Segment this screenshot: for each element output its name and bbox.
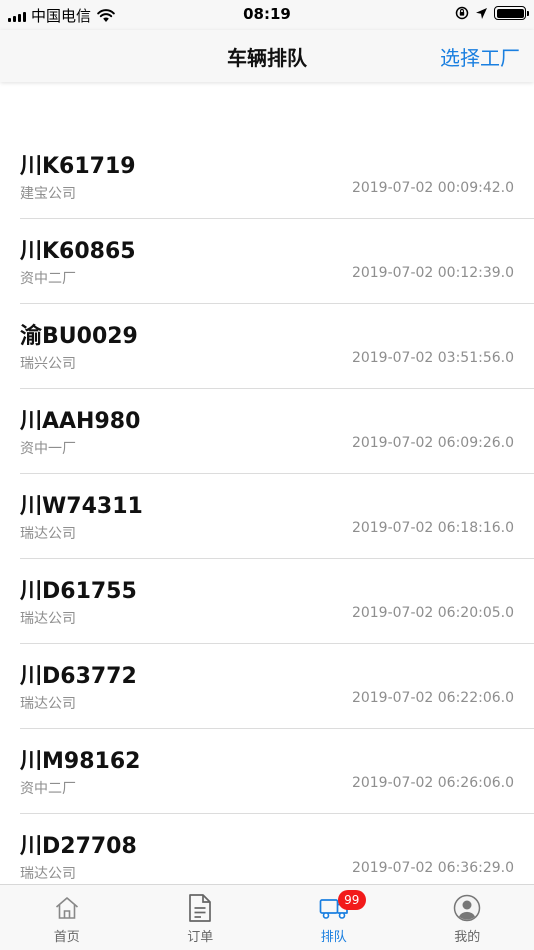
queue-time: 2019-07-02 06:36:29.0	[351, 860, 514, 876]
tab-queue[interactable]: 99 排队	[267, 885, 401, 950]
queue-count-badge: 99	[337, 890, 366, 910]
list-item[interactable]: 川W74311 瑞达公司 2019-07-02 06:18:16.0	[20, 474, 534, 559]
company-name: 建宝公司	[20, 186, 76, 202]
list-item[interactable]: 川K61719 建宝公司 2019-07-02 00:09:42.0	[20, 134, 534, 219]
select-factory-button[interactable]: 选择工厂	[440, 42, 520, 71]
tab-label: 订单	[187, 930, 214, 945]
company-name: 瑞达公司	[20, 696, 76, 712]
profile-icon	[452, 893, 482, 923]
queue-time: 2019-07-02 06:20:05.0	[351, 605, 514, 621]
queue-time: 2019-07-02 00:12:39.0	[351, 265, 514, 281]
company-name: 瑞兴公司	[20, 356, 76, 372]
status-bar: 中国电信 08:19	[0, 0, 534, 30]
queue-time: 2019-07-02 00:09:42.0	[351, 180, 514, 196]
nav-bar: 车辆排队 选择工厂	[0, 30, 534, 82]
queue-time: 2019-07-02 06:26:06.0	[351, 775, 514, 791]
plate-number: 川M98162	[20, 749, 141, 774]
plate-number: 川D63772	[20, 664, 137, 689]
queue-time: 2019-07-02 03:51:56.0	[351, 350, 514, 366]
tab-label: 排队	[320, 930, 347, 945]
status-time: 08:19	[243, 5, 291, 23]
list-item[interactable]: 川M98162 资中二厂 2019-07-02 06:26:06.0	[20, 729, 534, 814]
tab-home[interactable]: 首页	[0, 885, 134, 950]
tab-profile[interactable]: 我的	[401, 885, 534, 950]
company-name: 瑞达公司	[20, 526, 76, 542]
queue-time: 2019-07-02 06:09:26.0	[351, 435, 514, 451]
list-item[interactable]: 川D63772 瑞达公司 2019-07-02 06:22:06.0	[20, 644, 534, 729]
tab-orders[interactable]: 订单	[134, 885, 268, 950]
tab-label: 首页	[53, 930, 80, 945]
status-right	[455, 6, 529, 20]
company-name: 资中二厂	[20, 271, 76, 287]
list-item[interactable]: 川D61755 瑞达公司 2019-07-02 06:20:05.0	[20, 559, 534, 644]
document-icon	[185, 893, 215, 923]
plate-number: 川AAH980	[20, 409, 141, 434]
list-item[interactable]: 川AAH980 资中一厂 2019-07-02 06:09:26.0	[20, 389, 534, 474]
queue-time: 2019-07-02 06:18:16.0	[351, 520, 514, 536]
plate-number: 川D27708	[20, 834, 137, 859]
orientation-lock-icon	[455, 6, 469, 20]
list-item[interactable]: 渝BU0029 瑞兴公司 2019-07-02 03:51:56.0	[20, 304, 534, 389]
plate-number: 渝BU0029	[20, 324, 138, 349]
queue-time: 2019-07-02 06:22:06.0	[351, 690, 514, 706]
company-name: 资中一厂	[20, 441, 76, 457]
tab-bar: 首页 订单 99 排队 我的	[0, 884, 534, 950]
tab-label: 我的	[454, 930, 481, 945]
list-item[interactable]: 川K60865 资中二厂 2019-07-02 00:12:39.0	[20, 219, 534, 304]
plate-number: 川D61755	[20, 579, 137, 604]
company-name: 瑞达公司	[20, 866, 76, 882]
plate-number: 川K61719	[20, 154, 136, 179]
company-name: 瑞达公司	[20, 611, 76, 627]
home-icon	[52, 893, 82, 923]
plate-number: 川K60865	[20, 239, 136, 264]
vehicle-queue-list: 川K61719 建宝公司 2019-07-02 00:09:42.0 川K608…	[0, 134, 534, 899]
battery-icon	[494, 6, 529, 20]
location-icon	[476, 7, 487, 19]
company-name: 资中二厂	[20, 781, 76, 797]
plate-number: 川W74311	[20, 494, 143, 519]
